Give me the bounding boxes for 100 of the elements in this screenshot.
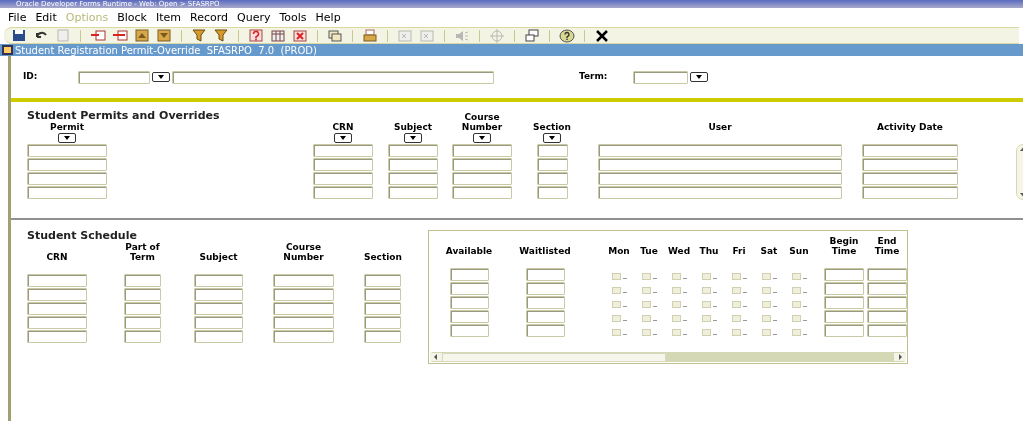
checkbox[interactable]: [731, 300, 741, 308]
input-field[interactable]: [313, 186, 373, 199]
input-field[interactable]: [194, 288, 243, 301]
checkbox[interactable]: [611, 272, 621, 280]
input-field[interactable]: [313, 158, 373, 171]
checkbox[interactable]: [701, 314, 711, 322]
horizontal-scrollbar[interactable]: [430, 352, 906, 362]
checkbox[interactable]: [611, 328, 621, 336]
input-field[interactable]: [824, 268, 864, 281]
input-field[interactable]: [27, 172, 107, 185]
input-field[interactable]: [867, 282, 907, 295]
checkbox[interactable]: [731, 286, 741, 294]
input-field[interactable]: [273, 316, 334, 329]
input-field[interactable]: [27, 186, 107, 199]
menu-item[interactable]: Block: [117, 11, 147, 24]
checkbox[interactable]: [701, 328, 711, 336]
input-field[interactable]: [824, 310, 864, 323]
input-field[interactable]: [27, 288, 87, 301]
checkbox[interactable]: [671, 300, 681, 308]
checkbox[interactable]: [791, 328, 801, 336]
input-field[interactable]: [388, 144, 438, 157]
checkbox[interactable]: [641, 286, 651, 294]
input-field[interactable]: [273, 302, 334, 315]
checkbox[interactable]: [641, 272, 651, 280]
input-field[interactable]: [124, 302, 161, 315]
input-field[interactable]: [313, 144, 373, 157]
menu-item[interactable]: Item: [155, 11, 181, 24]
input-field[interactable]: [27, 274, 87, 287]
input-field[interactable]: [364, 288, 401, 301]
input-field[interactable]: [452, 172, 512, 185]
dropdown-button[interactable]: [690, 72, 708, 82]
dropdown-button[interactable]: [152, 72, 170, 82]
input-field[interactable]: [867, 324, 907, 337]
dropdown-button[interactable]: [543, 133, 561, 143]
checkbox[interactable]: [641, 314, 651, 322]
input-field[interactable]: [194, 316, 243, 329]
menu-item[interactable]: Edit: [35, 11, 57, 24]
scrollbar-thumb[interactable]: [442, 352, 666, 362]
input-field[interactable]: [124, 316, 161, 329]
input-field[interactable]: [452, 186, 512, 199]
input-field[interactable]: [194, 302, 243, 315]
checkbox[interactable]: [701, 300, 711, 308]
checkbox[interactable]: [671, 314, 681, 322]
checkbox[interactable]: [791, 314, 801, 322]
input-field[interactable]: [194, 274, 243, 287]
input-field[interactable]: [449, 324, 489, 337]
checkbox[interactable]: [761, 314, 771, 322]
checkbox[interactable]: [611, 300, 621, 308]
input-field[interactable]: [525, 268, 565, 281]
name-field[interactable]: [172, 70, 494, 84]
menu-item[interactable]: File: [8, 11, 27, 24]
term-field[interactable]: [633, 70, 688, 84]
input-field[interactable]: [364, 330, 401, 343]
input-field[interactable]: [862, 158, 958, 171]
input-field[interactable]: [124, 274, 161, 287]
input-field[interactable]: [27, 158, 107, 171]
input-field[interactable]: [273, 274, 334, 287]
input-field[interactable]: [27, 330, 87, 343]
input-field[interactable]: [824, 282, 864, 295]
input-field[interactable]: [364, 302, 401, 315]
input-field[interactable]: [824, 324, 864, 337]
input-field[interactable]: [388, 172, 438, 185]
input-field[interactable]: [27, 144, 107, 157]
input-field[interactable]: [862, 172, 958, 185]
checkbox[interactable]: [761, 328, 771, 336]
menu-item[interactable]: Tools: [279, 11, 307, 24]
checkbox[interactable]: [791, 286, 801, 294]
checkbox[interactable]: [731, 272, 741, 280]
input-field[interactable]: [273, 288, 334, 301]
input-field[interactable]: [194, 330, 243, 343]
dropdown-button[interactable]: [473, 133, 491, 143]
dropdown-button[interactable]: [334, 133, 352, 143]
input-field[interactable]: [525, 282, 565, 295]
menu-item[interactable]: Query: [237, 11, 271, 24]
checkbox[interactable]: [761, 286, 771, 294]
input-field[interactable]: [525, 324, 565, 337]
checkbox[interactable]: [641, 300, 651, 308]
input-field[interactable]: [452, 144, 512, 157]
checkbox[interactable]: [671, 328, 681, 336]
input-field[interactable]: [124, 288, 161, 301]
input-field[interactable]: [598, 144, 842, 157]
input-field[interactable]: [598, 172, 842, 185]
input-field[interactable]: [525, 310, 565, 323]
menu-item[interactable]: Help: [315, 11, 341, 24]
checkbox[interactable]: [791, 300, 801, 308]
input-field[interactable]: [449, 282, 489, 295]
checkbox[interactable]: [731, 328, 741, 336]
input-field[interactable]: [862, 186, 958, 199]
dropdown-button[interactable]: [404, 133, 422, 143]
input-field[interactable]: [867, 310, 907, 323]
checkbox[interactable]: [671, 272, 681, 280]
checkbox[interactable]: [791, 272, 801, 280]
input-field[interactable]: [867, 296, 907, 309]
input-field[interactable]: [449, 310, 489, 323]
input-field[interactable]: [536, 144, 568, 157]
help-icon[interactable]: [556, 27, 578, 44]
input-field[interactable]: [273, 330, 334, 343]
input-field[interactable]: [364, 316, 401, 329]
input-field[interactable]: [867, 268, 907, 281]
input-field[interactable]: [452, 158, 512, 171]
